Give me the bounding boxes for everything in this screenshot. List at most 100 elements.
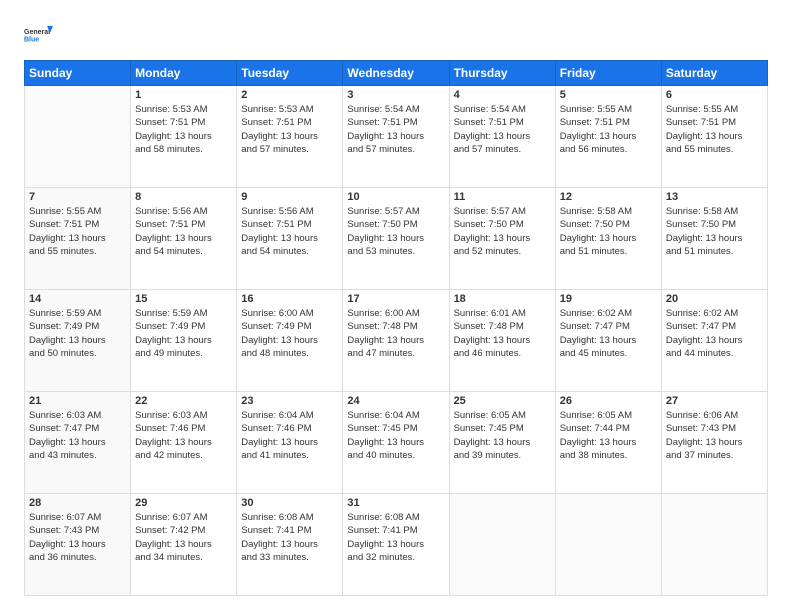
- calendar-cell: 14 Sunrise: 5:59 AM Sunset: 7:49 PM Dayli…: [25, 290, 131, 392]
- day-number: 3: [347, 89, 444, 101]
- day-info: Sunrise: 5:54 AM Sunset: 7:51 PM Dayligh…: [347, 103, 444, 156]
- calendar-week-row: 7 Sunrise: 5:55 AM Sunset: 7:51 PM Daylig…: [25, 188, 768, 290]
- day-number: 14: [29, 293, 126, 305]
- calendar-cell: 19 Sunrise: 6:02 AM Sunset: 7:47 PM Dayli…: [555, 290, 661, 392]
- day-info: Sunrise: 5:57 AM Sunset: 7:50 PM Dayligh…: [347, 205, 444, 258]
- day-info: Sunrise: 6:05 AM Sunset: 7:44 PM Dayligh…: [560, 409, 657, 462]
- day-number: 11: [454, 191, 551, 203]
- calendar-cell: 31Sunrise: 6:08 AM Sunset: 7:41 PM Dayli…: [343, 494, 449, 596]
- day-number: 2: [241, 89, 338, 101]
- calendar-cell: 8 Sunrise: 5:56 AM Sunset: 7:51 PM Daylig…: [131, 188, 237, 290]
- logo: GeneralBlue: [24, 20, 54, 50]
- calendar-cell: 1Sunrise: 5:53 AM Sunset: 7:51 PM Daylig…: [131, 86, 237, 188]
- page: GeneralBlue SundayMondayTuesdayWednesday…: [0, 0, 792, 612]
- calendar-cell: 30 Sunrise: 6:08 AM Sunset: 7:41 PM Dayli…: [237, 494, 343, 596]
- day-number: 13: [666, 191, 763, 203]
- calendar-cell: 12 Sunrise: 5:58 AM Sunset: 7:50 PM Dayli…: [555, 188, 661, 290]
- day-info: Sunrise: 6:05 AM Sunset: 7:45 PM Dayligh…: [454, 409, 551, 462]
- day-info: Sunrise: 6:04 AM Sunset: 7:46 PM Dayligh…: [241, 409, 338, 462]
- day-number: 18: [454, 293, 551, 305]
- calendar-day-header: Monday: [131, 61, 237, 86]
- day-number: 21: [29, 395, 126, 407]
- calendar-week-row: 28 Sunrise: 6:07 AM Sunset: 7:43 PM Dayli…: [25, 494, 768, 596]
- day-info: Sunrise: 6:08 AM Sunset: 7:41 PM Dayligh…: [241, 511, 338, 564]
- calendar-cell: 20 Sunrise: 6:02 AM Sunset: 7:47 PM Dayli…: [661, 290, 767, 392]
- day-info: Sunrise: 5:58 AM Sunset: 7:50 PM Dayligh…: [560, 205, 657, 258]
- day-number: 26: [560, 395, 657, 407]
- day-info: Sunrise: 6:03 AM Sunset: 7:47 PM Dayligh…: [29, 409, 126, 462]
- calendar-cell: 29Sunrise: 6:07 AM Sunset: 7:42 PM Dayli…: [131, 494, 237, 596]
- day-info: Sunrise: 6:00 AM Sunset: 7:49 PM Dayligh…: [241, 307, 338, 360]
- calendar-cell: 23 Sunrise: 6:04 AM Sunset: 7:46 PM Dayli…: [237, 392, 343, 494]
- day-number: 22: [135, 395, 232, 407]
- logo-icon: GeneralBlue: [24, 20, 54, 50]
- calendar-cell: 9 Sunrise: 5:56 AM Sunset: 7:51 PM Daylig…: [237, 188, 343, 290]
- calendar-cell: 10Sunrise: 5:57 AM Sunset: 7:50 PM Dayli…: [343, 188, 449, 290]
- calendar-cell: 18 Sunrise: 6:01 AM Sunset: 7:48 PM Dayli…: [449, 290, 555, 392]
- day-number: 12: [560, 191, 657, 203]
- calendar-cell: 21 Sunrise: 6:03 AM Sunset: 7:47 PM Dayli…: [25, 392, 131, 494]
- day-number: 8: [135, 191, 232, 203]
- calendar-day-header: Thursday: [449, 61, 555, 86]
- day-info: Sunrise: 6:08 AM Sunset: 7:41 PM Dayligh…: [347, 511, 444, 564]
- calendar-cell: 7 Sunrise: 5:55 AM Sunset: 7:51 PM Daylig…: [25, 188, 131, 290]
- calendar-cell: 17 Sunrise: 6:00 AM Sunset: 7:48 PM Dayli…: [343, 290, 449, 392]
- day-info: Sunrise: 6:04 AM Sunset: 7:45 PM Dayligh…: [347, 409, 444, 462]
- day-info: Sunrise: 5:59 AM Sunset: 7:49 PM Dayligh…: [29, 307, 126, 360]
- calendar-cell: 5 Sunrise: 5:55 AM Sunset: 7:51 PM Daylig…: [555, 86, 661, 188]
- calendar-cell: [661, 494, 767, 596]
- day-number: 9: [241, 191, 338, 203]
- day-number: 4: [454, 89, 551, 101]
- svg-text:Blue: Blue: [24, 37, 39, 44]
- calendar-cell: 16Sunrise: 6:00 AM Sunset: 7:49 PM Dayli…: [237, 290, 343, 392]
- calendar-day-header: Wednesday: [343, 61, 449, 86]
- day-number: 23: [241, 395, 338, 407]
- day-info: Sunrise: 6:03 AM Sunset: 7:46 PM Dayligh…: [135, 409, 232, 462]
- day-info: Sunrise: 5:56 AM Sunset: 7:51 PM Dayligh…: [241, 205, 338, 258]
- day-info: Sunrise: 6:02 AM Sunset: 7:47 PM Dayligh…: [560, 307, 657, 360]
- calendar-week-row: 14 Sunrise: 5:59 AM Sunset: 7:49 PM Dayli…: [25, 290, 768, 392]
- day-number: 28: [29, 497, 126, 509]
- day-info: Sunrise: 5:58 AM Sunset: 7:50 PM Dayligh…: [666, 205, 763, 258]
- day-info: Sunrise: 5:55 AM Sunset: 7:51 PM Dayligh…: [29, 205, 126, 258]
- calendar-day-header: Saturday: [661, 61, 767, 86]
- calendar-day-header: Sunday: [25, 61, 131, 86]
- calendar-header-row: SundayMondayTuesdayWednesdayThursdayFrid…: [25, 61, 768, 86]
- header: GeneralBlue: [24, 20, 768, 50]
- calendar-cell: [25, 86, 131, 188]
- calendar-cell: 24Sunrise: 6:04 AM Sunset: 7:45 PM Dayli…: [343, 392, 449, 494]
- day-info: Sunrise: 6:01 AM Sunset: 7:48 PM Dayligh…: [454, 307, 551, 360]
- day-info: Sunrise: 5:53 AM Sunset: 7:51 PM Dayligh…: [135, 103, 232, 156]
- day-info: Sunrise: 5:59 AM Sunset: 7:49 PM Dayligh…: [135, 307, 232, 360]
- calendar-cell: 25 Sunrise: 6:05 AM Sunset: 7:45 PM Dayli…: [449, 392, 555, 494]
- day-number: 25: [454, 395, 551, 407]
- day-info: Sunrise: 5:54 AM Sunset: 7:51 PM Dayligh…: [454, 103, 551, 156]
- day-number: 17: [347, 293, 444, 305]
- day-number: 19: [560, 293, 657, 305]
- calendar-cell: 28 Sunrise: 6:07 AM Sunset: 7:43 PM Dayli…: [25, 494, 131, 596]
- day-info: Sunrise: 5:55 AM Sunset: 7:51 PM Dayligh…: [666, 103, 763, 156]
- calendar-cell: 11 Sunrise: 5:57 AM Sunset: 7:50 PM Dayli…: [449, 188, 555, 290]
- day-info: Sunrise: 5:53 AM Sunset: 7:51 PM Dayligh…: [241, 103, 338, 156]
- calendar-cell: 13 Sunrise: 5:58 AM Sunset: 7:50 PM Dayli…: [661, 188, 767, 290]
- day-number: 5: [560, 89, 657, 101]
- day-info: Sunrise: 6:00 AM Sunset: 7:48 PM Dayligh…: [347, 307, 444, 360]
- day-number: 29: [135, 497, 232, 509]
- day-info: Sunrise: 5:55 AM Sunset: 7:51 PM Dayligh…: [560, 103, 657, 156]
- day-info: Sunrise: 6:07 AM Sunset: 7:43 PM Dayligh…: [29, 511, 126, 564]
- day-info: Sunrise: 6:02 AM Sunset: 7:47 PM Dayligh…: [666, 307, 763, 360]
- calendar-cell: 2 Sunrise: 5:53 AM Sunset: 7:51 PM Daylig…: [237, 86, 343, 188]
- calendar-cell: 27Sunrise: 6:06 AM Sunset: 7:43 PM Dayli…: [661, 392, 767, 494]
- day-number: 7: [29, 191, 126, 203]
- day-number: 15: [135, 293, 232, 305]
- calendar-cell: 15 Sunrise: 5:59 AM Sunset: 7:49 PM Dayli…: [131, 290, 237, 392]
- calendar-week-row: 1Sunrise: 5:53 AM Sunset: 7:51 PM Daylig…: [25, 86, 768, 188]
- day-info: Sunrise: 5:57 AM Sunset: 7:50 PM Dayligh…: [454, 205, 551, 258]
- day-number: 30: [241, 497, 338, 509]
- calendar-day-header: Friday: [555, 61, 661, 86]
- day-info: Sunrise: 5:56 AM Sunset: 7:51 PM Dayligh…: [135, 205, 232, 258]
- calendar-cell: 4 Sunrise: 5:54 AM Sunset: 7:51 PM Daylig…: [449, 86, 555, 188]
- calendar-table: SundayMondayTuesdayWednesdayThursdayFrid…: [24, 60, 768, 596]
- calendar-cell: 26 Sunrise: 6:05 AM Sunset: 7:44 PM Dayli…: [555, 392, 661, 494]
- day-number: 20: [666, 293, 763, 305]
